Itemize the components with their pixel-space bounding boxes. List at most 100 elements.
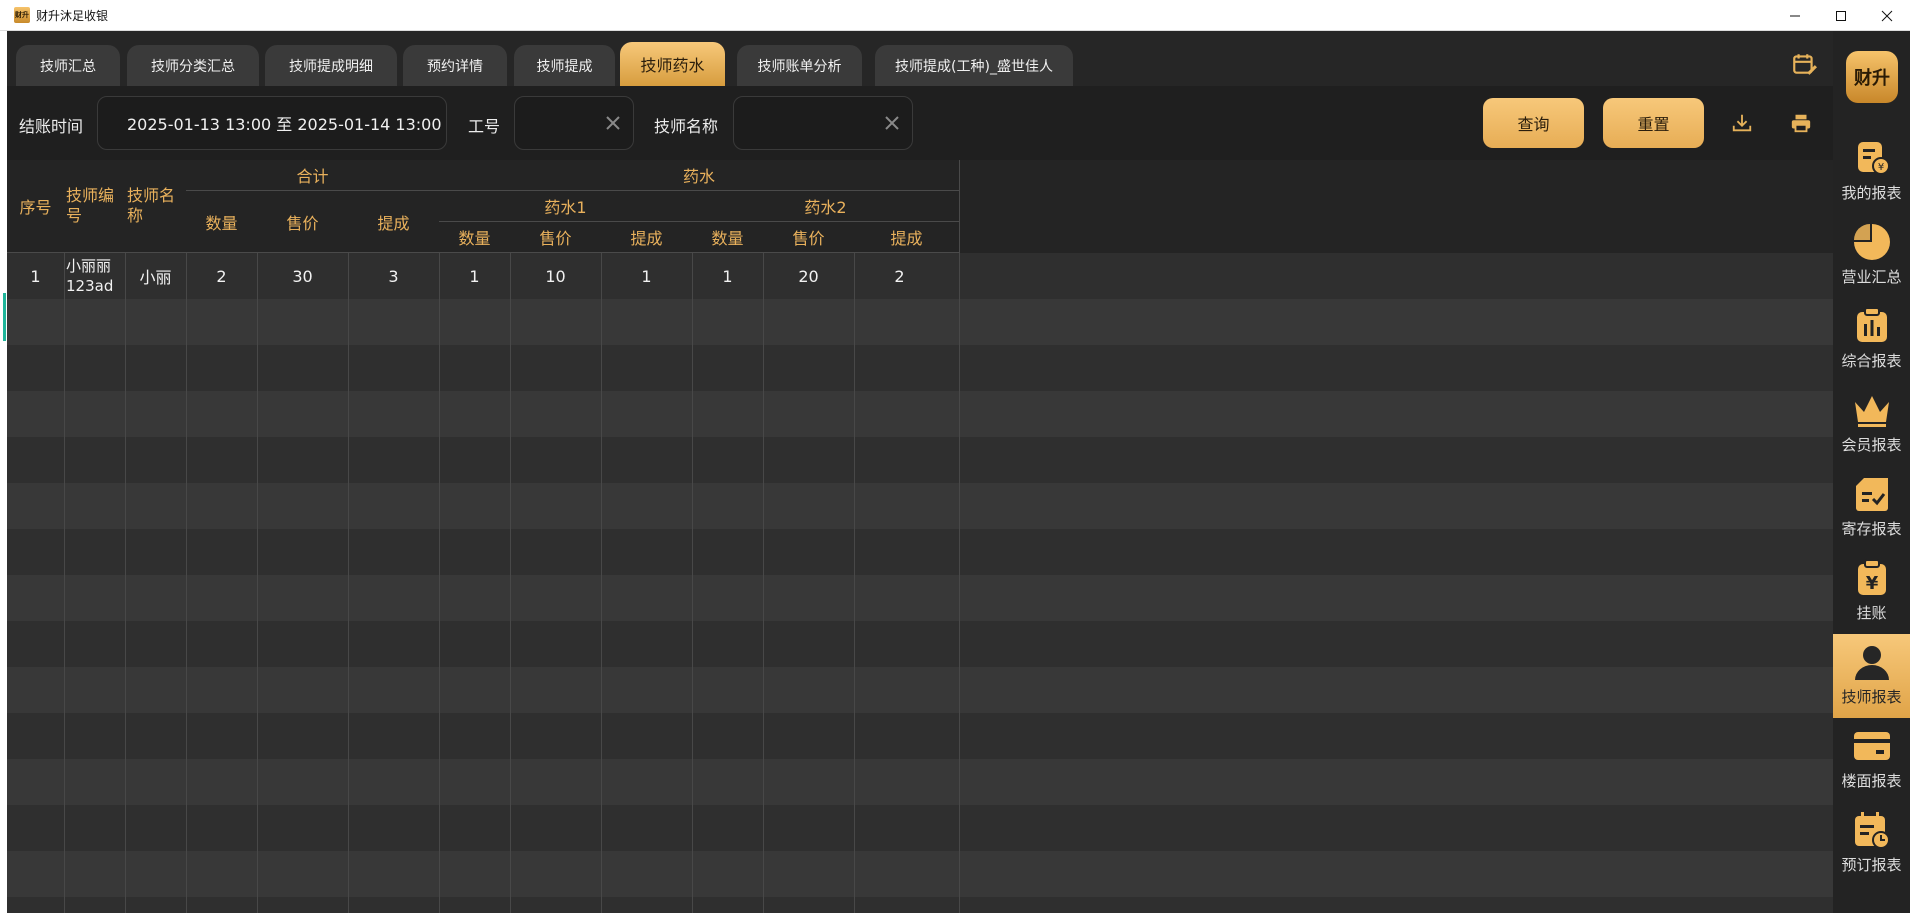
grid-line xyxy=(125,160,126,913)
tabs-bar: 技师汇总 技师分类汇总 技师提成明细 预约详情 技师提成 技师药水 技师账单分析… xyxy=(7,31,1833,86)
crown-icon xyxy=(1854,396,1889,427)
date-range-value: 2025-01-13 13:00 至 2025-01-14 13:00 xyxy=(127,115,442,134)
header-total-group: 合计 xyxy=(186,160,440,191)
date-range-input[interactable]: 2025-01-13 13:00 至 2025-01-14 13:00 xyxy=(97,96,447,150)
minimize-icon xyxy=(1790,15,1800,16)
employee-id-label: 工号 xyxy=(468,117,501,136)
cell-total-qty: 2 xyxy=(216,266,227,286)
tech-name-input[interactable] xyxy=(733,96,913,150)
tab-tech-bill-analysis[interactable]: 技师账单分析 xyxy=(737,45,862,86)
cell-tech-id: 小丽丽123ad xyxy=(66,257,114,295)
tab-tech-commission-detail[interactable]: 技师提成明细 xyxy=(265,45,397,86)
grid-line xyxy=(601,160,602,913)
storage-check-icon xyxy=(1855,478,1888,511)
close-icon xyxy=(1881,10,1893,21)
window-title: 财升沐足收银 xyxy=(36,8,109,23)
tab-label: 技师分类汇总 xyxy=(151,58,235,75)
header-total-qty: 数量 xyxy=(186,191,258,253)
table-row[interactable]: 1 小丽丽123ad 小丽 2 30 3 1 10 1 1 20 2 xyxy=(7,253,1833,299)
grid-line xyxy=(186,160,187,913)
right-sidebar: 财升 ¥ 我的报表 营业汇总 综合报表 会员报表 寄存报表 ¥ 挂账 技师报表 … xyxy=(1833,31,1910,913)
nav-booking-report[interactable]: 预订报表 xyxy=(1833,802,1910,886)
header-potion1-commission: 提成 xyxy=(601,222,693,253)
tab-tech-summary[interactable]: 技师汇总 xyxy=(16,45,120,86)
nav-my-reports[interactable]: ¥ 我的报表 xyxy=(1833,130,1910,214)
tab-label: 技师汇总 xyxy=(40,58,96,75)
cell-potion2-price: 20 xyxy=(798,266,819,286)
grid-line xyxy=(854,160,855,913)
brand-logo: 财升 xyxy=(1846,51,1898,103)
empty-row xyxy=(7,575,1833,621)
checkout-time-label: 结账时间 xyxy=(19,117,84,136)
tab-label: 技师提成 xyxy=(536,58,593,75)
cell-potion2-qty: 1 xyxy=(722,266,733,286)
tab-tech-commission[interactable]: 技师提成 xyxy=(514,45,615,86)
tech-name-label: 技师名称 xyxy=(654,117,719,136)
grid-line xyxy=(763,160,764,913)
empty-row xyxy=(7,851,1833,897)
grid-line xyxy=(439,160,440,913)
nav-tech-report[interactable]: 技师报表 xyxy=(1833,634,1910,718)
header-total-commission: 提成 xyxy=(348,191,440,253)
header-tech-id: 技师编号 xyxy=(64,160,126,253)
empty-row xyxy=(7,667,1833,713)
grid-line xyxy=(64,160,65,913)
nav-label: 综合报表 xyxy=(1841,352,1902,370)
app-icon: 财升 xyxy=(14,7,30,23)
header-tech-name: 技师名称 xyxy=(125,160,187,253)
empty-row xyxy=(7,621,1833,667)
nav-label: 预订报表 xyxy=(1841,856,1902,874)
tab-tech-category-summary[interactable]: 技师分类汇总 xyxy=(127,45,259,86)
pie-chart-icon xyxy=(1853,224,1890,260)
nav-label: 挂账 xyxy=(1856,604,1887,622)
nav-label: 楼面报表 xyxy=(1841,772,1902,790)
cell-seq: 1 xyxy=(30,266,41,286)
empty-row xyxy=(7,897,1833,913)
reset-button[interactable]: 重置 xyxy=(1603,98,1704,148)
grid-line xyxy=(348,160,349,913)
empty-row xyxy=(7,345,1833,391)
report-yen-icon: ¥ xyxy=(1857,142,1890,175)
grid-line xyxy=(959,160,960,913)
empty-row xyxy=(7,529,1833,575)
clipboard-bar-icon xyxy=(1856,307,1887,342)
window-titlebar: 财升 财升沐足收银 xyxy=(0,0,1910,31)
tab-tech-potion[interactable]: 技师药水 xyxy=(620,42,725,86)
minimize-button[interactable] xyxy=(1772,0,1818,31)
nav-credit[interactable]: ¥ 挂账 xyxy=(1833,550,1910,634)
maximize-icon xyxy=(1836,10,1846,21)
tab-reservation-detail[interactable]: 预约详情 xyxy=(403,45,507,86)
nav-comprehensive-report[interactable]: 综合报表 xyxy=(1833,298,1910,382)
grid-line xyxy=(257,160,258,913)
card-icon xyxy=(1853,732,1890,760)
nav-floor-report[interactable]: 楼面报表 xyxy=(1833,718,1910,802)
empty-row xyxy=(7,759,1833,805)
header-potion2: 药水2 xyxy=(692,191,960,222)
header-potion-group: 药水 xyxy=(439,160,960,191)
empty-row xyxy=(7,713,1833,759)
print-icon[interactable] xyxy=(1790,112,1812,134)
cell-potion2-commission: 2 xyxy=(894,266,905,286)
empty-row xyxy=(7,805,1833,851)
cell-total-commission: 3 xyxy=(388,266,399,286)
cell-total-price: 30 xyxy=(292,266,313,286)
filter-bar: 结账时间 2025-01-13 13:00 至 2025-01-14 13:00… xyxy=(7,86,1833,160)
header-total-price: 售价 xyxy=(257,191,349,253)
nav-storage-report[interactable]: 寄存报表 xyxy=(1833,466,1910,550)
window-controls xyxy=(1772,0,1910,31)
maximize-button[interactable] xyxy=(1818,0,1864,31)
close-button[interactable] xyxy=(1864,0,1910,31)
nav-label: 寄存报表 xyxy=(1841,520,1902,538)
nav-label: 技师报表 xyxy=(1841,688,1902,706)
tab-label: 技师提成(工种)_盛世佳人 xyxy=(895,58,1053,75)
clear-icon[interactable] xyxy=(603,113,623,133)
calendar-edit-icon[interactable] xyxy=(1791,51,1817,77)
cell-potion1-commission: 1 xyxy=(641,266,652,286)
download-icon[interactable] xyxy=(1731,112,1753,134)
employee-id-input[interactable] xyxy=(514,96,634,150)
query-button[interactable]: 查询 xyxy=(1483,98,1584,148)
nav-business-summary[interactable]: 营业汇总 xyxy=(1833,214,1910,298)
nav-member-report[interactable]: 会员报表 xyxy=(1833,382,1910,466)
clear-icon[interactable] xyxy=(882,113,902,133)
tab-tech-commission-worktype[interactable]: 技师提成(工种)_盛世佳人 xyxy=(875,45,1073,86)
